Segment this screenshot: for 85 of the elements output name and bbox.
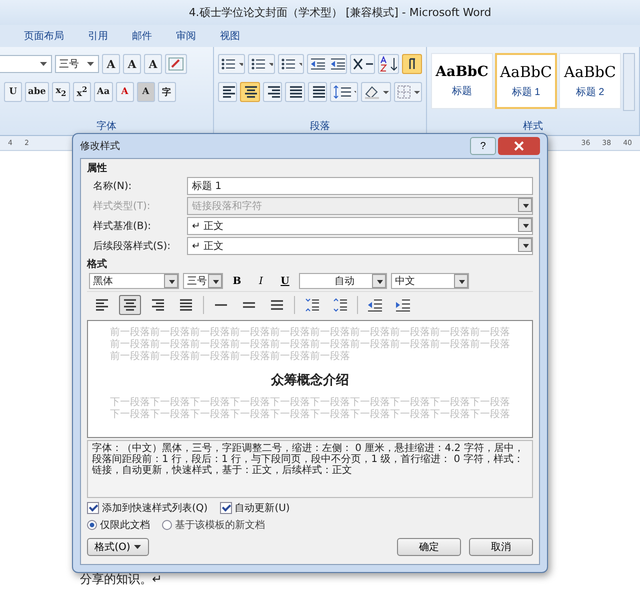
font-tool-button[interactable]: abe [25,82,49,102]
align-distributed-icon[interactable] [308,82,328,102]
field-label: 名称(N): [93,180,133,193]
checkbox[interactable] [87,502,99,514]
dropdown-caret-icon[interactable] [518,238,532,252]
dropdown-caret-icon[interactable] [372,274,386,288]
radio-label: 仅限此文档 [100,518,150,532]
checkbox-label: 自动更新(U) [234,502,290,514]
ribbon-tab[interactable]: 邮件 [122,27,162,45]
preview-heading: 众筹概念介绍 [270,372,350,389]
window-title: 4.硕士学位论文封面（学术型） [兼容模式] - Microsoft Word [188,5,492,20]
size-dropdown[interactable]: 三号 [183,273,223,289]
section-label: 属性 [87,162,108,175]
dropdown-caret-icon[interactable] [518,198,532,212]
help-button[interactable]: ? [470,137,496,155]
font-tool-button[interactable]: A [144,54,162,74]
dropdown-caret-icon [40,62,49,66]
checkbox-label: 添加到快速样式列表(Q) [102,502,208,514]
dropdown-caret-icon[interactable] [454,274,468,288]
close-icon[interactable] [498,137,540,155]
dialog-title: 修改样式 [80,140,121,153]
font-tool-button[interactable]: U [4,82,22,102]
shading-icon[interactable] [361,82,391,102]
ribbon-tab[interactable]: 审阅 [166,27,206,45]
font-tool-button[interactable]: Aa [94,82,113,102]
style-description: 字体：（中文）黑体，三号，字距调整二号，缩进：左侧： 0 厘米，悬挂缩进：4.2 字符，居中，段落间距段前：1 行，段后：1 行，与下段同页，段中不分页，1 级，首行缩进： 0 字符，样式：链接，自动更新，快速样式，基于：正文，后续样式：正文 [87,440,533,498]
name-field[interactable]: 标题 1 [187,177,533,195]
ribbon-tab[interactable]: 视图 [210,27,250,45]
dropdown-field[interactable]: ↵ 正文 [187,237,533,255]
sort-icon[interactable] [378,54,400,74]
color-dropdown[interactable]: 自动 [299,273,387,289]
radio-button[interactable] [87,520,97,530]
bold-button[interactable]: B [227,276,247,286]
cancel-button[interactable]: 取消 [469,538,533,556]
field-label: 后续段落样式(S): [93,240,172,253]
font-tool-button[interactable]: A [116,82,134,102]
font-tool-button[interactable]: 字 [158,82,176,102]
script-dropdown[interactable]: 中文 [391,273,469,289]
underline-button[interactable]: U [275,276,295,286]
align-center-icon[interactable] [240,82,260,102]
font-size-field[interactable]: 三号 [55,55,99,73]
list-icon[interactable] [248,54,275,74]
quick-style-item[interactable]: AaBbC 标题 1 [495,53,557,109]
dropdown-field[interactable]: ↵ 正文 [187,217,533,235]
field-label: 样式类型(T): [93,200,152,213]
radio-label: 基于该模板的新文档 [175,518,265,532]
align-justify-icon[interactable] [285,82,305,102]
preview-previous-text: 前一段落前一段落前一段落前一段落前一段落前一段落前一段落前一段落前一段落前一段落前一段落前一段落前一段落前一段落前一段落前一段落前一段落前一段落前一段落前一段落前一段落前一段落前一段落前一段落前一段落前一段落 [110,327,510,363]
italic-button[interactable]: I [251,276,271,286]
caret-icon [134,545,142,550]
align-left-icon[interactable] [218,82,238,102]
gallery-scroll-bar[interactable] [623,53,635,111]
dropdown-caret-icon [87,62,96,66]
font-name-field[interactable] [0,55,52,73]
preview-next-text: 下一段落下一段落下一段落下一段落下一段落下一段落下一段落下一段落下一段落下一段落下一段落下一段落下一段落下一段落下一段落下一段落下一段落下一段落下一段落下一段落 [110,397,510,421]
indent-icon[interactable] [307,54,347,74]
align-right-icon[interactable] [262,82,282,102]
font-tool-button[interactable]: x$^{2}$ [72,82,91,102]
ok-button[interactable]: 确定 [397,538,461,556]
align-center-icon[interactable] [119,295,141,315]
ribbon-tab[interactable]: 引用 [78,27,118,45]
list-icon[interactable] [218,54,245,74]
format-menu-button[interactable]: 格式(O) [87,538,149,556]
dropdown-caret-icon[interactable] [164,274,178,288]
clear-format-icon [165,54,187,74]
line-spacing-icon[interactable] [330,82,358,102]
group-label: 段落 [309,120,331,133]
font-tool-button[interactable]: x$_{2}$ [52,82,70,102]
dropdown-caret-icon[interactable] [518,218,532,232]
font-tool-button[interactable]: A [102,54,120,74]
group-label: 样式 [522,120,544,133]
group-label: 字体 [96,120,118,133]
radio-button[interactable] [162,520,172,530]
font-tool-button[interactable]: A [136,82,155,102]
field-label: 样式基准(B): [93,220,152,233]
dropdown-caret-icon[interactable] [208,274,222,288]
ribbon-tab[interactable]: 页面布局 [14,27,74,45]
font-dropdown[interactable]: 黑体 [89,273,179,289]
document-text: 分享的知识。↵ [80,571,162,588]
list-icon[interactable] [278,54,304,74]
font-tool-button[interactable]: A [123,54,141,74]
checkbox[interactable] [220,502,232,514]
quick-style-item[interactable]: AaBbC 标题 2 [559,53,621,109]
section-label: 格式 [87,258,108,271]
quick-style-item[interactable]: AaBbC 标题 [431,53,493,109]
